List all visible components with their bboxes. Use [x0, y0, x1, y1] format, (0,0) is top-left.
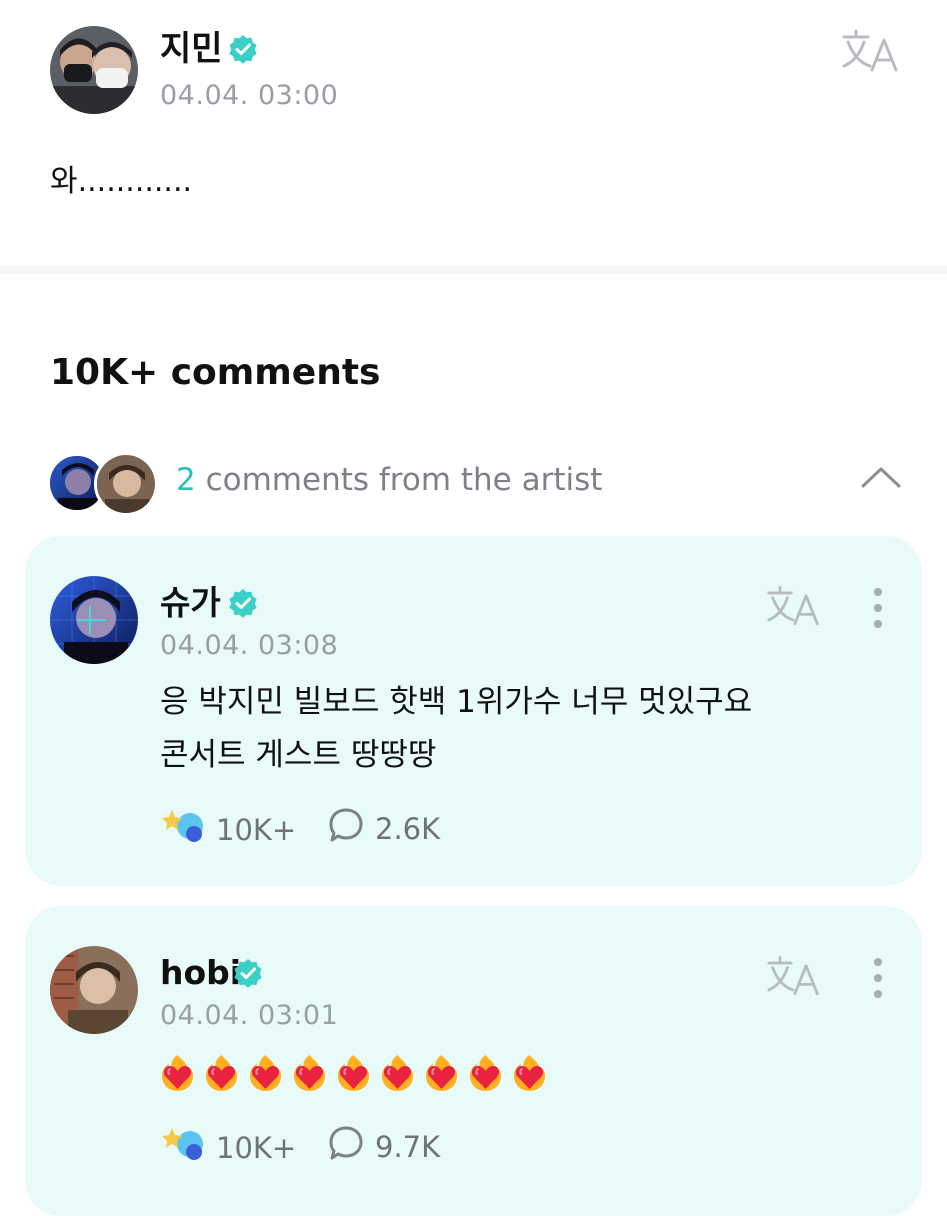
comment-author-name[interactable]: hobi: [160, 954, 241, 992]
artist-comment-card: 슈가 04.04. 03:08 응 박지민 빌보드 핫백 1위가수 너무 멋있구…: [25, 536, 922, 886]
like-count: 10K+: [216, 812, 297, 847]
post-timestamp: 04.04. 03:00: [160, 80, 339, 111]
comment-text-line: 콘서트 게스트 땅땅땅: [160, 737, 437, 773]
artist-comments-summary[interactable]: 2 comments from the artist: [176, 462, 602, 498]
reply-button[interactable]: 9.7K: [327, 1124, 440, 1169]
star-lightstick-icon: [160, 806, 206, 853]
burning-heart-emoji: [468, 1054, 503, 1096]
like-button[interactable]: 10K+: [160, 1124, 296, 1171]
like-button[interactable]: 10K+: [160, 806, 296, 853]
translate-icon[interactable]: [767, 584, 821, 628]
comment-text-line: 응 박지민 빌보드 핫백 1위가수 너무 멋있구요: [160, 684, 753, 720]
burning-heart-emoji: [204, 1054, 239, 1096]
comment-author-avatar[interactable]: [50, 576, 138, 664]
speech-bubble-icon: [327, 806, 365, 851]
burning-heart-emoji: [336, 1054, 371, 1096]
reply-count: 2.6K: [375, 811, 441, 846]
post-body-text: 와............: [50, 164, 193, 199]
translate-icon[interactable]: [842, 28, 900, 74]
speech-bubble-icon: [327, 1124, 365, 1169]
post-author-name[interactable]: 지민: [160, 30, 223, 68]
star-lightstick-icon: [160, 1124, 206, 1171]
comment-author-name[interactable]: 슈가: [160, 584, 221, 622]
artist-comment-card: hobi 04.04. 03:01 10K+ 9.7K: [25, 906, 922, 1216]
verified-badge-icon: [233, 958, 263, 992]
artist-comments-count: 2: [176, 462, 196, 498]
artist-avatar: [94, 452, 158, 516]
burning-heart-emoji: [424, 1054, 459, 1096]
burning-heart-emoji: [512, 1054, 547, 1096]
post-author-avatar[interactable]: [50, 26, 138, 114]
reply-count: 9.7K: [375, 1129, 441, 1164]
burning-heart-emoji: [292, 1054, 327, 1096]
verified-badge-icon: [228, 34, 258, 68]
comment-body: 응 박지민 빌보드 핫백 1위가수 너무 멋있구요 콘서트 게스트 땅땅땅: [160, 676, 752, 782]
reply-button[interactable]: 2.6K: [327, 806, 440, 851]
like-count: 10K+: [216, 1130, 297, 1165]
section-divider: [0, 266, 947, 274]
artist-comments-label: comments from the artist: [195, 462, 603, 498]
comments-count-heading: 10K+ comments: [50, 352, 381, 393]
comment-timestamp: 04.04. 03:01: [160, 1000, 339, 1031]
burning-heart-emoji: [160, 1054, 195, 1096]
more-vertical-icon[interactable]: [868, 586, 888, 630]
burning-heart-emoji: [380, 1054, 415, 1096]
translate-icon[interactable]: [767, 954, 821, 998]
burning-heart-emoji: [248, 1054, 283, 1096]
comment-body: [160, 1054, 547, 1096]
verified-badge-icon: [228, 588, 258, 622]
comment-author-avatar[interactable]: [50, 946, 138, 1034]
more-vertical-icon[interactable]: [868, 956, 888, 1000]
chevron-up-icon[interactable]: [860, 462, 902, 492]
comment-timestamp: 04.04. 03:08: [160, 630, 339, 661]
